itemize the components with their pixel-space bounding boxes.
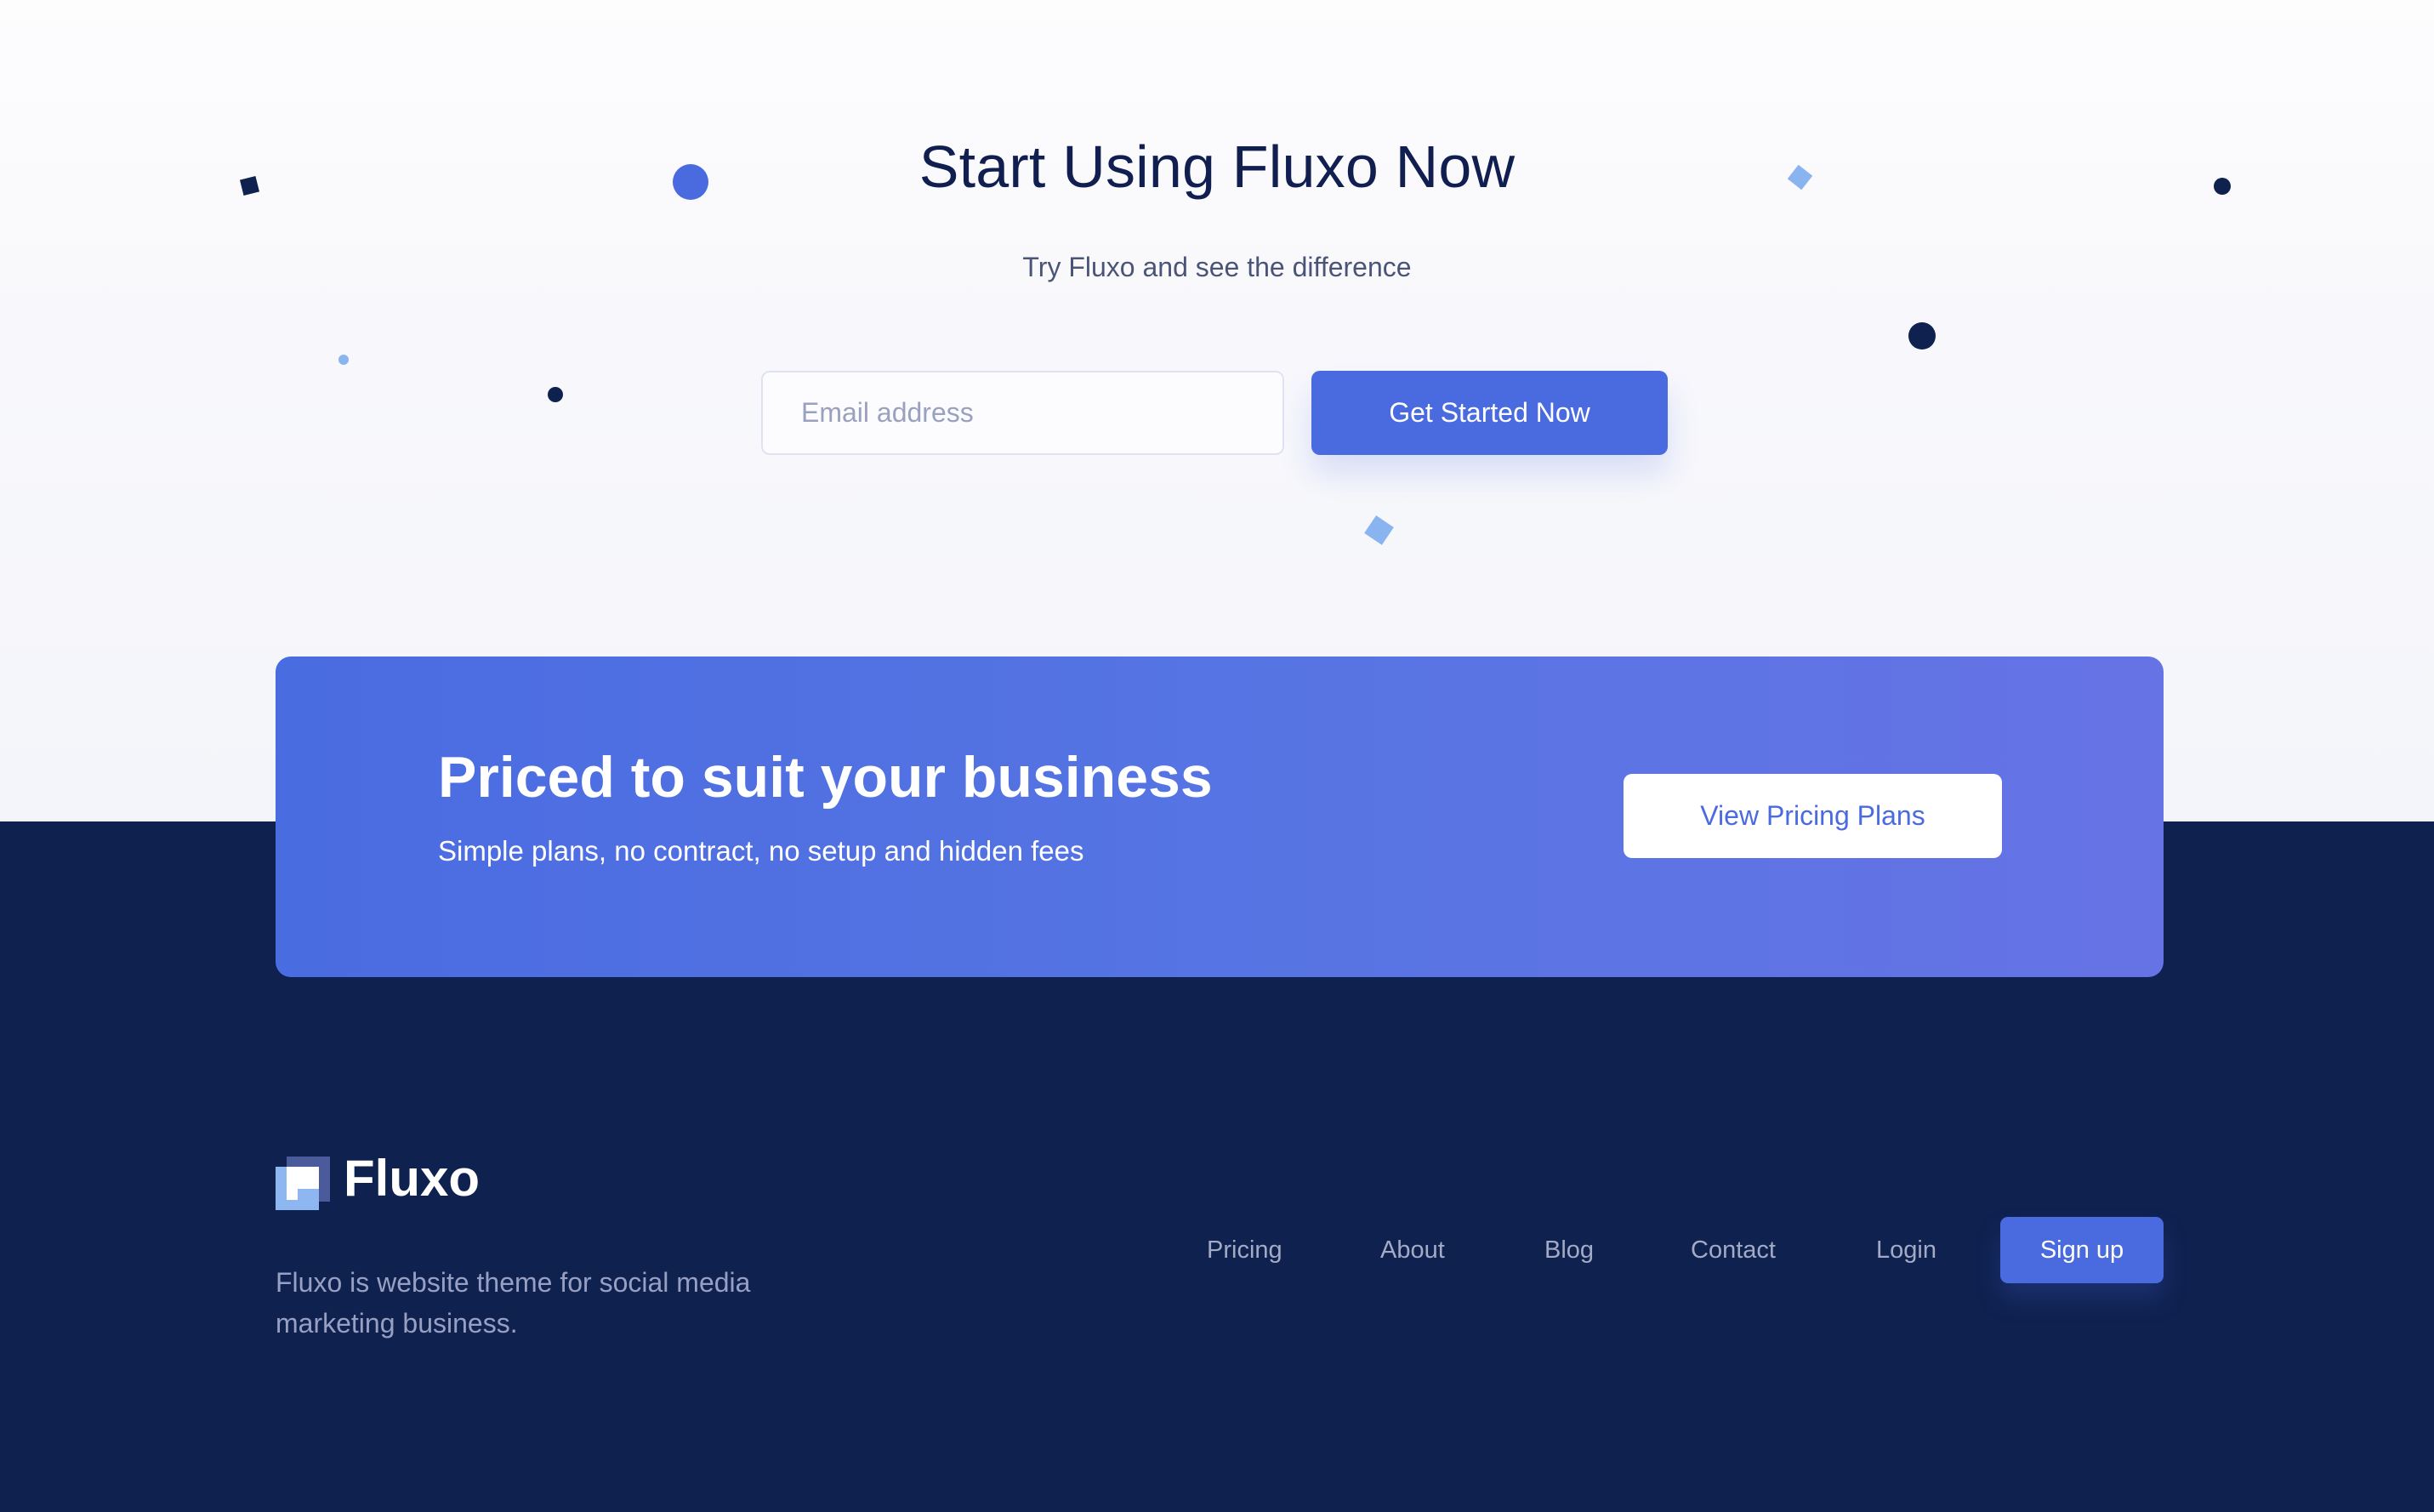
decor-diamond-lightblue-icon <box>1364 515 1394 545</box>
pricing-banner-title: Priced to suit your business <box>438 745 1213 810</box>
get-started-button[interactable]: Get Started Now <box>1311 371 1668 455</box>
pricing-banner-subtitle: Simple plans, no contract, no setup and … <box>438 835 1084 867</box>
footer-nav-about[interactable]: About <box>1380 1233 1445 1267</box>
sign-up-button[interactable]: Sign up <box>2000 1217 2164 1283</box>
decor-circle-navy-icon <box>1908 322 1936 350</box>
hero-title: Start Using Fluxo Now <box>918 134 1516 200</box>
footer-description: Fluxo is website theme for social media … <box>276 1267 751 1339</box>
pricing-banner: Priced to suit your business Simple plan… <box>276 657 2164 977</box>
decor-dot-navy-icon <box>548 387 563 402</box>
footer-nav-login[interactable]: Login <box>1876 1233 1936 1267</box>
view-pricing-plans-button[interactable]: View Pricing Plans <box>1624 774 2002 858</box>
hero-subtitle: Try Fluxo and see the difference <box>1022 252 1412 282</box>
footer-brand-name: Fluxo <box>344 1150 480 1207</box>
footer-nav-pricing[interactable]: Pricing <box>1207 1233 1282 1267</box>
fluxo-logo-icon[interactable] <box>276 1157 330 1210</box>
footer-nav-contact[interactable]: Contact <box>1691 1233 1776 1267</box>
footer-nav-blog[interactable]: Blog <box>1544 1233 1594 1267</box>
email-input[interactable] <box>761 371 1284 455</box>
decor-dot-lightblue-icon <box>338 355 349 365</box>
